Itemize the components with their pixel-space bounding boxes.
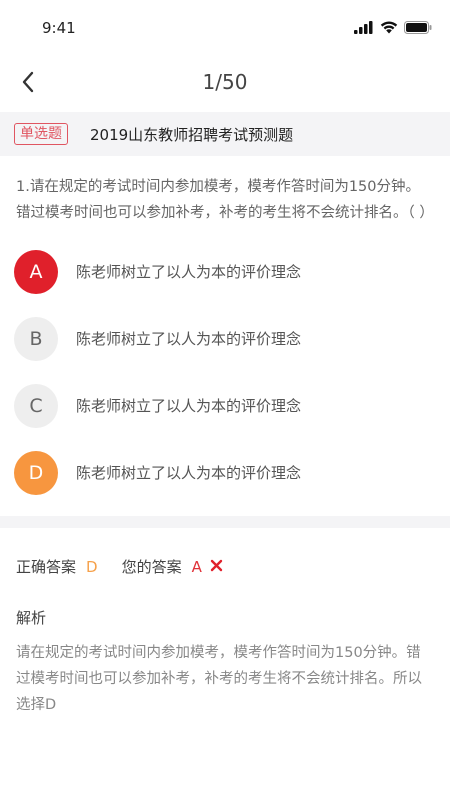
signal-icon xyxy=(354,19,374,38)
option-letter-badge: D xyxy=(14,450,58,495)
your-answer-label: 您的答案 xyxy=(121,558,182,576)
question-header: 单选题 2019山东教师招聘考试预测题 xyxy=(0,112,450,156)
your-answer-value: A xyxy=(191,557,202,576)
status-bar: 9:41 xyxy=(0,0,450,56)
option-text: 陈老师树立了以人为本的评价理念 xyxy=(76,330,302,348)
option-letter-badge: A xyxy=(14,249,58,294)
exam-title: 2019山东教师招聘考试预测题 xyxy=(90,125,294,144)
battery-icon xyxy=(404,19,432,38)
correct-answer-label: 正确答案 xyxy=(16,558,77,576)
correct-answer-value: D xyxy=(86,557,98,576)
answer-result: 正确答案 D 您的答案 A xyxy=(0,528,450,577)
wifi-icon xyxy=(380,19,398,38)
option-c[interactable]: C 陈老师树立了以人为本的评价理念 xyxy=(0,372,450,439)
status-time: 9:41 xyxy=(42,19,76,37)
option-text: 陈老师树立了以人为本的评价理念 xyxy=(76,464,302,482)
question-type-badge: 单选题 xyxy=(14,123,68,145)
question-text: 1.请在规定的考试时间内参加模考，模考作答时间为150分钟。错过模考时间也可以参… xyxy=(16,179,434,221)
status-icons xyxy=(354,19,432,38)
cross-icon xyxy=(210,558,223,576)
option-letter-badge: B xyxy=(14,316,58,361)
section-divider xyxy=(0,516,450,528)
nav-bar: 1/50 xyxy=(0,56,450,112)
option-letter-badge: C xyxy=(14,383,58,428)
option-text: 陈老师树立了以人为本的评价理念 xyxy=(76,397,302,415)
option-text: 陈老师树立了以人为本的评价理念 xyxy=(76,263,302,281)
options-list: A 陈老师树立了以人为本的评价理念 B 陈老师树立了以人为本的评价理念 C 陈老… xyxy=(0,238,450,506)
analysis-title: 解析 xyxy=(16,609,47,627)
analysis-text: 请在规定的考试时间内参加模考，模考作答时间为150分钟。错过模考时间也可以参加补… xyxy=(16,645,422,713)
option-b[interactable]: B 陈老师树立了以人为本的评价理念 xyxy=(0,305,450,372)
option-d[interactable]: D 陈老师树立了以人为本的评价理念 xyxy=(0,439,450,506)
page-counter: 1/50 xyxy=(202,70,248,94)
option-a[interactable]: A 陈老师树立了以人为本的评价理念 xyxy=(0,238,450,305)
